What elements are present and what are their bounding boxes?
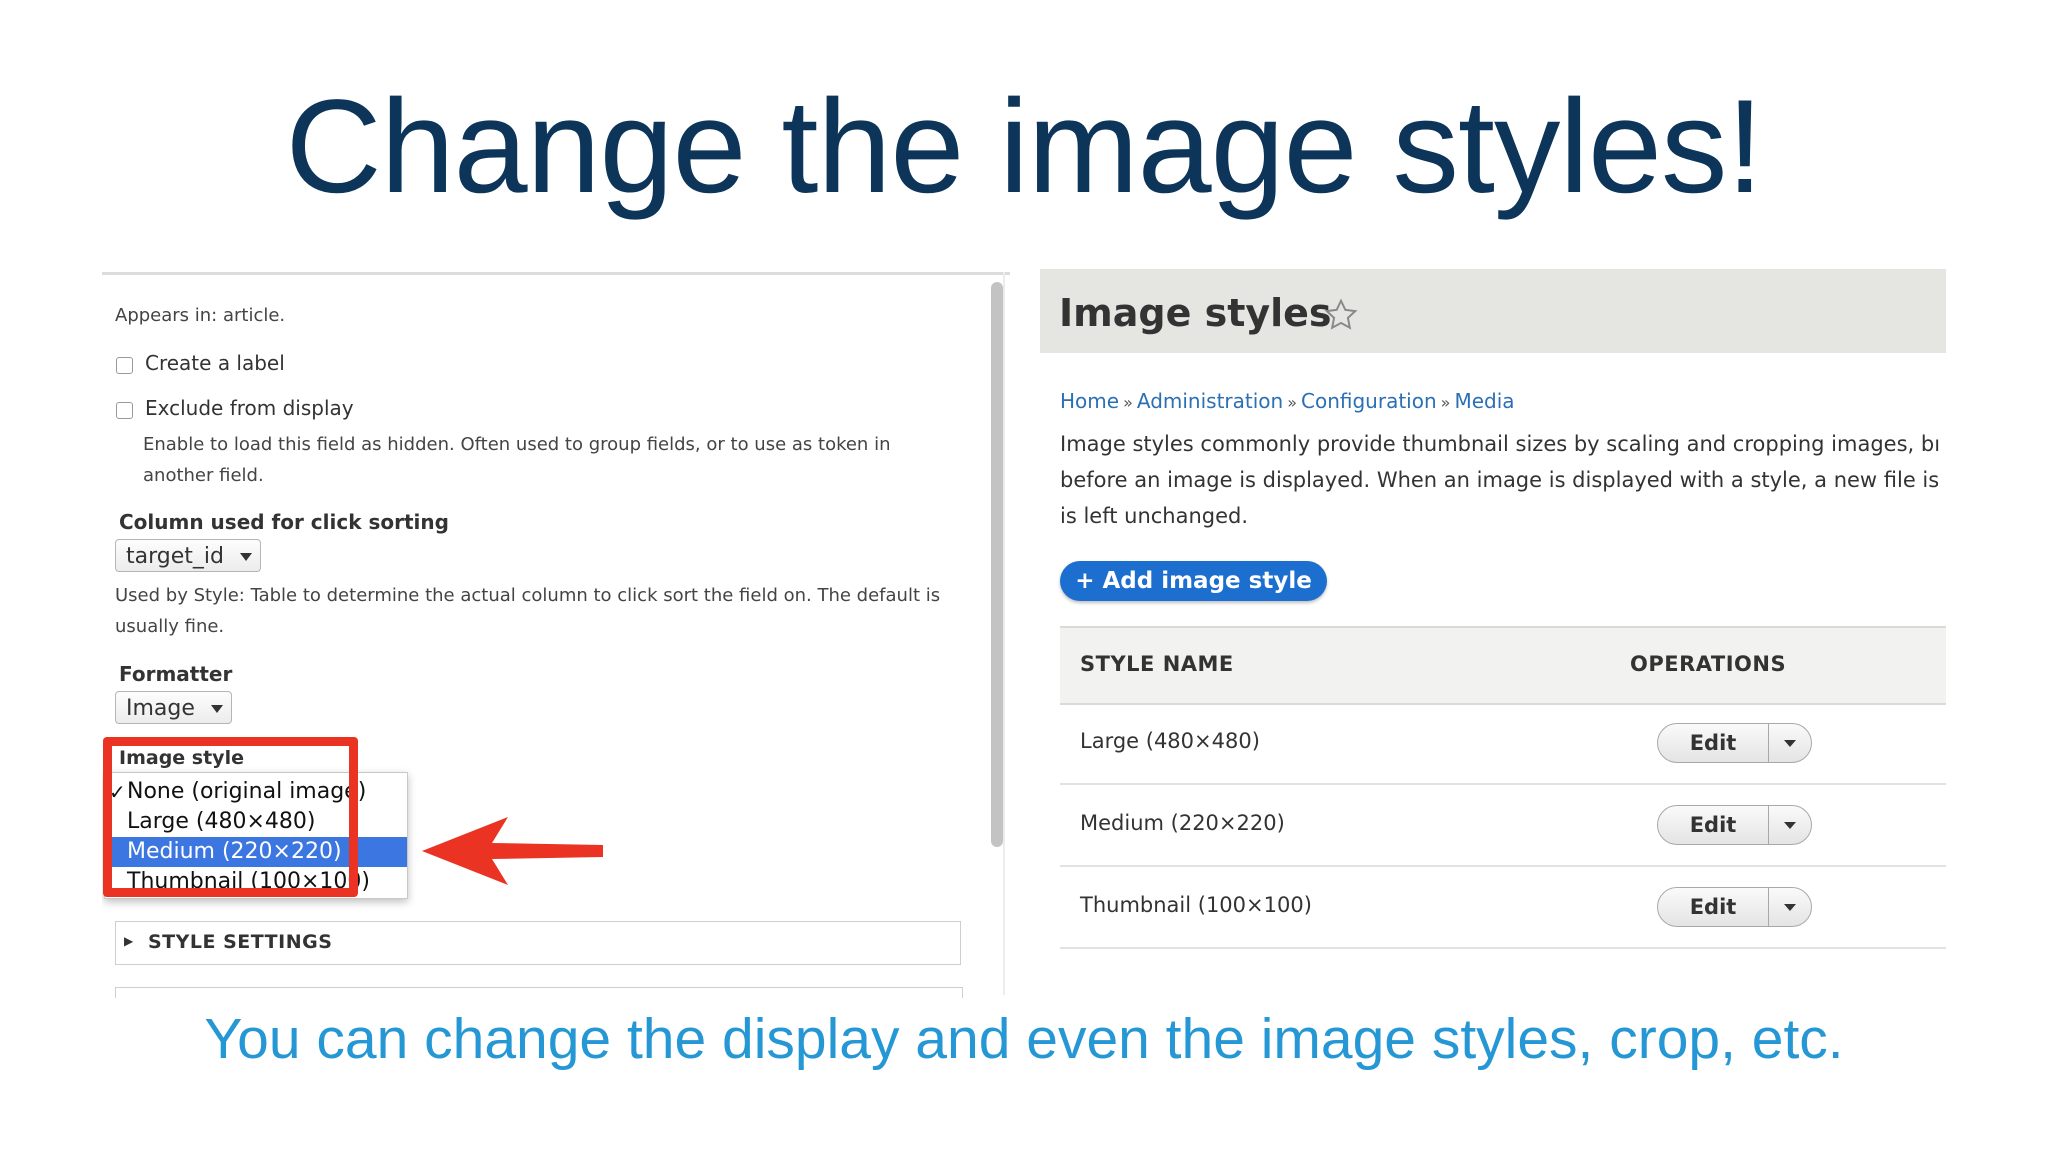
edit-dropbutton: Edit (1657, 887, 1812, 927)
scrollbar[interactable] (991, 282, 1003, 847)
operations-toggle[interactable] (1769, 724, 1811, 762)
edit-button[interactable]: Edit (1658, 888, 1768, 926)
click-sort-select[interactable]: target_id (115, 539, 261, 572)
operations-toggle[interactable] (1769, 888, 1811, 926)
image-styles-screenshot: Image styles Home» Administration» Configu… (1040, 269, 1946, 969)
edit-dropbutton: Edit (1657, 805, 1812, 845)
breadcrumb-administration[interactable]: Administration (1137, 389, 1283, 413)
create-label-checkbox[interactable] (116, 357, 133, 374)
description-line: Image styles commonly provide thumbnail … (1060, 432, 1941, 456)
breadcrumb-configuration[interactable]: Configuration (1301, 389, 1437, 413)
formatter-value: Image (126, 696, 195, 721)
breadcrumb: Home» Administration» Configuration» Media (1060, 389, 1515, 413)
edit-button[interactable]: Edit (1658, 806, 1768, 844)
formatter-select[interactable]: Image (115, 691, 232, 724)
style-name: Thumbnail (100×100) (1080, 893, 1312, 917)
red-arrow-icon (422, 817, 603, 885)
click-sort-help: Used by Style: Table to determine the ac… (115, 585, 941, 606)
table-row: Thumbnail (100×100) Edit (1060, 865, 1946, 949)
exclude-help-text-2: another field. (143, 465, 264, 486)
page-header: Image styles (1040, 269, 1946, 353)
breadcrumb-separator: » (1123, 393, 1133, 412)
edit-dropbutton: Edit (1657, 723, 1812, 763)
style-settings-label: STYLE SETTINGS (148, 931, 333, 953)
highlight-box (103, 737, 358, 897)
breadcrumb-media[interactable]: Media (1454, 389, 1514, 413)
click-sort-value: target_id (126, 544, 224, 569)
appears-in-text: Appears in: article. (115, 305, 286, 326)
expand-triangle-icon: ▶ (124, 934, 134, 948)
table-row: Medium (220×220) Edit (1060, 783, 1946, 867)
panel-divider (1003, 272, 1005, 995)
exclude-help-text: Enable to load this field as hidden. Oft… (143, 434, 891, 455)
breadcrumb-home[interactable]: Home (1060, 389, 1119, 413)
page-title: Image styles (1059, 291, 1332, 335)
star-outline-icon[interactable] (1323, 297, 1359, 333)
column-header-style-name[interactable]: STYLE NAME (1080, 652, 1234, 676)
edit-button[interactable]: Edit (1658, 724, 1768, 762)
next-fieldset (115, 987, 963, 998)
slide-caption: You can change the display and even the … (204, 1007, 1844, 1071)
slide-title: Change the image styles! (285, 73, 1764, 221)
create-label-text: Create a label (145, 351, 285, 375)
chevron-down-icon (240, 553, 252, 561)
breadcrumb-separator: » (1440, 393, 1451, 412)
style-name: Large (480×480) (1080, 729, 1260, 753)
chevron-down-icon (211, 705, 223, 713)
exclude-display-checkbox[interactable] (116, 402, 133, 419)
description-line: before an image is displayed. When an im… (1060, 468, 1940, 492)
style-settings-details[interactable]: ▶ STYLE SETTINGS (115, 921, 961, 965)
description-line: is left unchanged. (1060, 504, 1249, 528)
breadcrumb-separator: » (1287, 393, 1298, 412)
field-settings-screenshot: Appears in: article. Create a label Excl… (102, 272, 1010, 998)
column-header-operations: OPERATIONS (1630, 652, 1787, 676)
add-image-style-button[interactable]: + Add image style (1060, 561, 1327, 601)
formatter-heading: Formatter (119, 662, 233, 686)
table-row: Large (480×480) Edit (1060, 701, 1946, 785)
click-sort-heading: Column used for click sorting (119, 510, 449, 534)
chevron-down-icon (1784, 822, 1796, 829)
click-sort-help-2: usually fine. (115, 616, 225, 637)
chevron-down-icon (1784, 740, 1796, 747)
table-header: STYLE NAME OPERATIONS (1060, 626, 1946, 705)
chevron-down-icon (1784, 904, 1796, 911)
style-name: Medium (220×220) (1080, 811, 1285, 835)
operations-toggle[interactable] (1769, 806, 1811, 844)
exclude-display-text: Exclude from display (145, 396, 354, 420)
